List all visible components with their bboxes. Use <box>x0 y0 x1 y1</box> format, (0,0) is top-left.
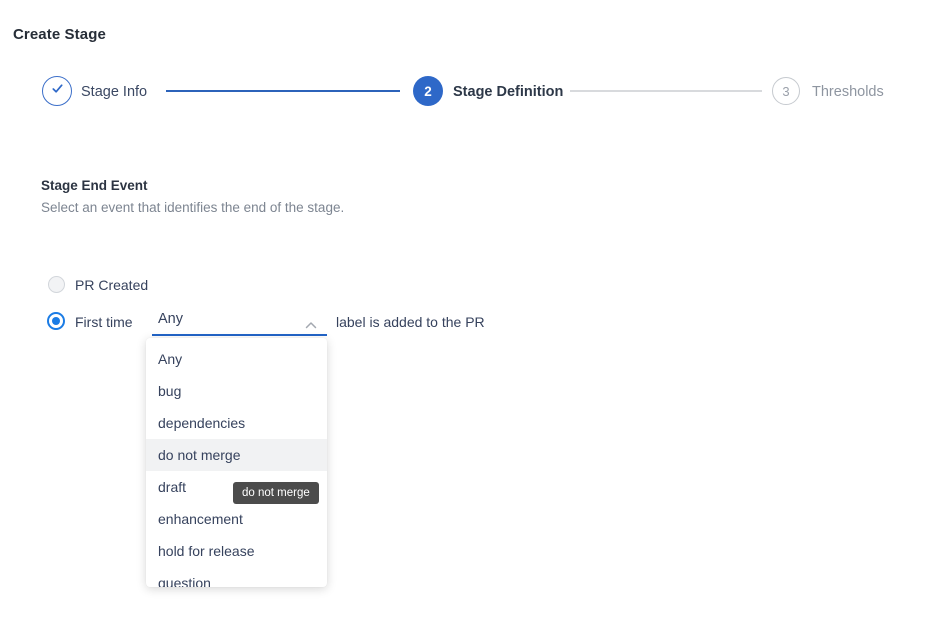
dropdown-option-dependencies[interactable]: dependencies <box>146 407 327 439</box>
step-1-indicator[interactable] <box>42 76 72 106</box>
step-1-label[interactable]: Stage Info <box>81 84 147 100</box>
section-description: Select an event that identifies the end … <box>41 200 344 215</box>
dropdown-option-do-not-merge[interactable]: do not merge <box>146 439 327 471</box>
radio-selected-dot <box>52 317 60 325</box>
check-icon <box>50 81 65 101</box>
label-suffix-text: label is added to the PR <box>336 314 485 330</box>
step-3-label: Thresholds <box>812 84 884 100</box>
step-2-number: 2 <box>424 84 432 99</box>
tooltip: do not merge <box>233 482 319 504</box>
step-3-indicator: 3 <box>772 77 800 105</box>
step-2-indicator[interactable]: 2 <box>413 76 443 106</box>
section-heading: Stage End Event <box>41 178 148 193</box>
create-stage-page: Create Stage Stage Info 2 Stage Definiti… <box>0 0 948 619</box>
label-dropdown-menu: Any bug dependencies do not merge draft … <box>146 338 327 587</box>
dropdown-option-hold-for-release[interactable]: hold for release <box>146 535 327 567</box>
step-2-label[interactable]: Stage Definition <box>453 84 563 100</box>
stepper-connector-completed <box>166 90 400 92</box>
page-title: Create Stage <box>13 26 106 43</box>
step-3-number: 3 <box>782 84 789 99</box>
radio-pr-created[interactable] <box>48 276 65 293</box>
label-select-value: Any <box>158 311 183 327</box>
stepper-connector-upcoming <box>570 90 762 92</box>
label-select[interactable]: Any <box>152 308 327 336</box>
chevron-up-icon <box>305 316 317 334</box>
dropdown-option-question[interactable]: question <box>146 567 327 587</box>
dropdown-option-any[interactable]: Any <box>146 343 327 375</box>
radio-first-time[interactable] <box>47 312 65 330</box>
dropdown-option-bug[interactable]: bug <box>146 375 327 407</box>
radio-first-time-label[interactable]: First time <box>75 314 133 330</box>
radio-pr-created-label[interactable]: PR Created <box>75 277 148 293</box>
dropdown-option-enhancement[interactable]: enhancement <box>146 503 327 535</box>
